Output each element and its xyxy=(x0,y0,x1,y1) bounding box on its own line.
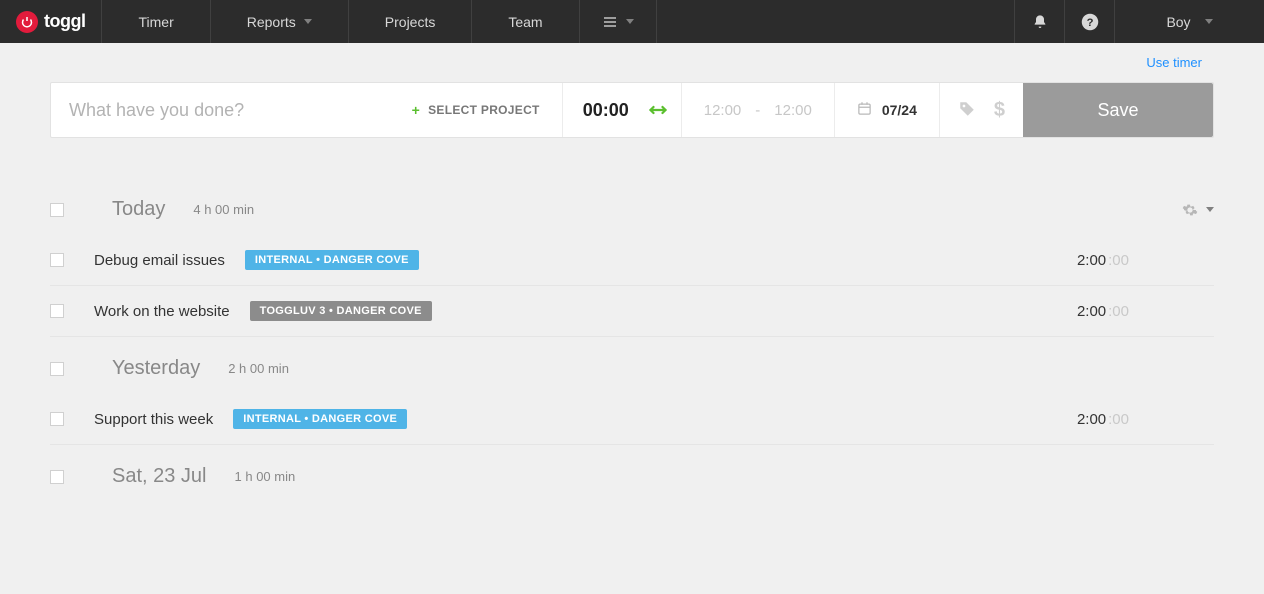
nav-notifications[interactable] xyxy=(1014,0,1064,43)
help-icon: ? xyxy=(1081,13,1099,31)
project-tag[interactable]: INTERNAL • DANGER COVE xyxy=(245,250,419,270)
nav-user-menu[interactable]: Boy xyxy=(1114,0,1264,43)
nav-projects[interactable]: Projects xyxy=(349,0,473,43)
day-title: Today xyxy=(112,198,165,221)
day-settings[interactable] xyxy=(1182,202,1214,218)
checkbox[interactable] xyxy=(50,412,64,426)
svg-text:?: ? xyxy=(1086,16,1093,28)
end-time: 12:00 xyxy=(774,102,812,119)
description-input[interactable] xyxy=(51,83,390,137)
entry-description: Debug email issues xyxy=(94,252,225,269)
checkbox[interactable] xyxy=(50,203,64,217)
day-total: 2 h 00 min xyxy=(228,361,289,376)
bell-icon xyxy=(1032,14,1048,30)
logo[interactable]: toggl xyxy=(0,0,102,43)
swap-icon[interactable] xyxy=(649,83,681,137)
chevron-down-icon xyxy=(304,19,312,24)
duration-display[interactable]: 00:00 xyxy=(563,83,649,137)
chevron-down-icon xyxy=(626,19,634,24)
day-title: Sat, 23 Jul xyxy=(112,465,207,488)
project-tag[interactable]: TOGGLUV 3 • DANGER COVE xyxy=(250,301,432,321)
entry-row[interactable]: Debug email issues INTERNAL • DANGER COVE… xyxy=(50,235,1214,286)
day-group: Yesterday 2 h 00 min Support this week INTE… xyxy=(50,337,1214,445)
nav-reports[interactable]: Reports xyxy=(211,0,349,43)
use-timer-link[interactable]: Use timer xyxy=(1146,55,1202,70)
entry-duration: 2:00:00 xyxy=(1077,252,1214,269)
entry-row[interactable]: Work on the website TOGGLUV 3 • DANGER CO… xyxy=(50,286,1214,337)
checkbox[interactable] xyxy=(50,253,64,267)
day-group: Today 4 h 00 min Debug email issues INTERNA… xyxy=(50,178,1214,337)
nav-team[interactable]: Team xyxy=(472,0,579,43)
day-header: Sat, 23 Jul 1 h 00 min xyxy=(50,445,1214,502)
day-header: Today 4 h 00 min xyxy=(50,178,1214,235)
time-range[interactable]: 12:00 - 12:00 xyxy=(682,83,834,137)
day-group: Sat, 23 Jul 1 h 00 min xyxy=(50,445,1214,502)
day-total: 1 h 00 min xyxy=(235,469,296,484)
start-time: 12:00 xyxy=(704,102,742,119)
project-tag[interactable]: INTERNAL • DANGER COVE xyxy=(233,409,407,429)
date-picker[interactable]: 07/24 xyxy=(835,83,939,137)
day-total: 4 h 00 min xyxy=(193,202,254,217)
checkbox[interactable] xyxy=(50,362,64,376)
entry-row[interactable]: Support this week INTERNAL • DANGER COVE 2… xyxy=(50,394,1214,445)
day-header: Yesterday 2 h 00 min xyxy=(50,337,1214,394)
timer-bar: + SELECT PROJECT 00:00 12:00 - 12:00 07/… xyxy=(50,82,1214,138)
entry-description: Work on the website xyxy=(94,303,230,320)
day-title: Yesterday xyxy=(112,357,200,380)
chevron-down-icon xyxy=(1206,207,1214,212)
billable-icon[interactable]: $ xyxy=(994,99,1005,122)
power-icon xyxy=(16,11,38,33)
chevron-down-icon xyxy=(1205,19,1213,24)
nav-timer[interactable]: Timer xyxy=(102,0,210,43)
entry-description: Support this week xyxy=(94,411,213,428)
checkbox[interactable] xyxy=(50,470,64,484)
top-nav: toggl Timer Reports Projects Team ? Boy xyxy=(0,0,1264,43)
entry-list: Today 4 h 00 min Debug email issues INTERNA… xyxy=(50,178,1214,502)
gear-icon xyxy=(1182,202,1198,218)
checkbox[interactable] xyxy=(50,304,64,318)
calendar-icon xyxy=(857,101,872,119)
tag-icon[interactable] xyxy=(958,100,976,121)
use-timer-link-row: Use timer xyxy=(0,43,1264,82)
save-button[interactable]: Save xyxy=(1023,83,1213,137)
entry-duration: 2:00:00 xyxy=(1077,303,1214,320)
select-project-button[interactable]: + SELECT PROJECT xyxy=(390,83,562,137)
nav-more-menu[interactable] xyxy=(580,0,657,43)
logo-text: toggl xyxy=(44,11,85,32)
entry-duration: 2:00:00 xyxy=(1077,411,1214,428)
nav-help[interactable]: ? xyxy=(1064,0,1114,43)
plus-icon: + xyxy=(412,102,420,118)
menu-icon xyxy=(602,14,618,30)
